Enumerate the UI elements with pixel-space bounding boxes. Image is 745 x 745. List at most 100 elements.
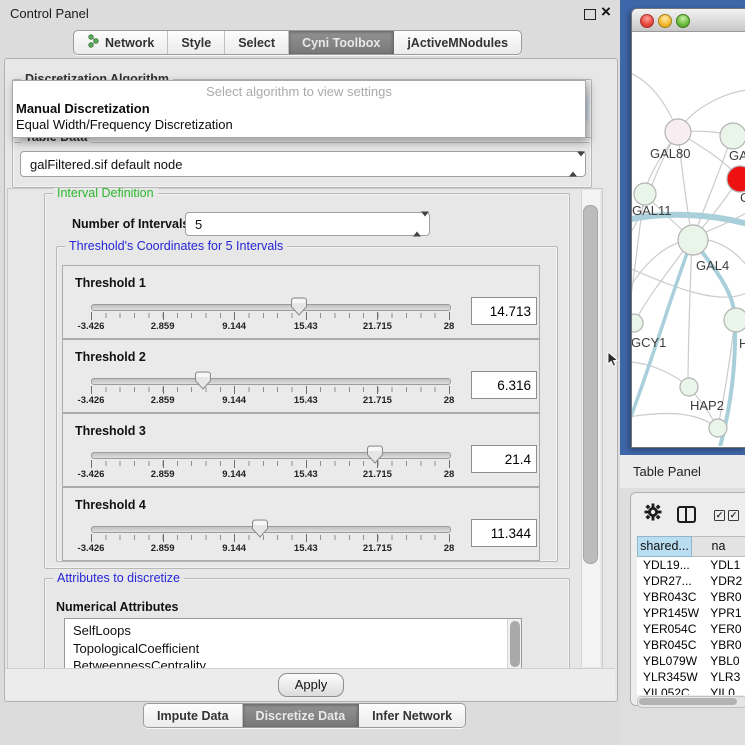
algorithm-option-manual[interactable]: Manual Discretization xyxy=(16,101,150,116)
threshold-1-label: Threshold 1 xyxy=(75,276,146,290)
tab-jactivemnodules[interactable]: jActiveMNodules xyxy=(394,31,521,54)
tick-label: 28 xyxy=(444,543,455,554)
tick-label: 2.859 xyxy=(151,469,175,480)
horizontal-scrollbar-thumb[interactable] xyxy=(639,698,737,705)
tick-label: -3.426 xyxy=(78,469,105,480)
cell: YPR145W xyxy=(637,605,704,621)
apply-strip: Apply xyxy=(5,668,615,700)
node-label-c: C xyxy=(740,190,745,205)
cell: YBR0 xyxy=(704,637,745,653)
threshold-3-value-field[interactable] xyxy=(471,445,537,473)
tick-label: 9.144 xyxy=(222,469,246,480)
cell: YDR27... xyxy=(637,573,704,589)
table-row[interactable]: YPR145WYPR1 xyxy=(637,605,745,621)
node-gal11[interactable] xyxy=(634,183,656,205)
cell: YBR0 xyxy=(704,589,745,605)
algorithm-option-equal-width[interactable]: Equal Width/Frequency Discretization xyxy=(16,117,233,132)
control-panel-tabs: Network Style Select Cyni Toolbox jActiv… xyxy=(73,30,522,55)
node-attribute-table: shared... na YDL19...YDL1 YDR27...YDR2 Y… xyxy=(637,536,745,557)
node-gal4[interactable] xyxy=(678,225,708,255)
column-header-name[interactable]: na xyxy=(692,536,745,557)
node-gcy1[interactable] xyxy=(632,314,643,332)
tick-label: 15.43 xyxy=(294,543,318,554)
tick-label: 15.43 xyxy=(294,469,318,480)
table-panel-content: ✓ ✓ shared... na YDL19...YDL1 YDR27...YD… xyxy=(620,488,745,745)
table-row[interactable]: YBR043CYBR0 xyxy=(637,589,745,605)
float-window-icon[interactable] xyxy=(584,9,596,20)
checked-checkbox-icon[interactable]: ✓ xyxy=(714,510,725,521)
table-panel-title: Table Panel xyxy=(633,464,701,479)
mouse-cursor xyxy=(607,351,619,373)
slider-minor-ticks xyxy=(91,387,450,392)
cell: YIL0 xyxy=(704,685,745,695)
cell: YLR345W xyxy=(637,669,704,685)
tick-label: -3.426 xyxy=(78,543,105,554)
tick-label: 21.715 xyxy=(363,395,392,406)
cell: YBL0 xyxy=(704,653,745,669)
checked-checkbox-icon[interactable]: ✓ xyxy=(728,510,739,521)
zoom-traffic-light-icon[interactable] xyxy=(676,14,690,28)
threshold-4-slider[interactable] xyxy=(91,526,451,533)
table-row[interactable]: YIL052CYIL0 xyxy=(637,685,745,695)
number-of-intervals-value: 5 xyxy=(195,217,202,232)
tab-impute-data[interactable]: Impute Data xyxy=(144,704,243,727)
tick-label: 15.43 xyxy=(294,321,318,332)
threshold-3-slider[interactable] xyxy=(91,452,451,459)
tick-label: -3.426 xyxy=(78,395,105,406)
numerical-attributes-label: Numerical Attributes xyxy=(56,600,178,614)
number-of-intervals-label: Number of Intervals xyxy=(72,217,189,231)
threshold-4-value-field[interactable] xyxy=(471,519,537,547)
list-item[interactable]: SelfLoops xyxy=(65,619,521,640)
vertical-scrollbar-thumb[interactable] xyxy=(583,205,598,564)
cell: YDL19... xyxy=(637,557,704,573)
network-view-window: GAL80 GA C GAL11 GAL4 GCY1 H HAP2 xyxy=(631,8,745,448)
threshold-2-value-field[interactable] xyxy=(471,371,537,399)
close-traffic-light-icon[interactable] xyxy=(640,14,654,28)
node-label-ga: GA xyxy=(729,148,745,163)
minimize-traffic-light-icon[interactable] xyxy=(658,14,672,28)
node-top-right[interactable] xyxy=(720,123,745,149)
node-hap2[interactable] xyxy=(680,378,698,396)
network-window-titlebar[interactable] xyxy=(632,9,745,32)
node-bottom-partial[interactable] xyxy=(709,419,727,437)
table-row[interactable]: YER054CYER0 xyxy=(637,621,745,637)
tick-label: 9.144 xyxy=(222,395,246,406)
close-icon[interactable]: × xyxy=(601,2,611,22)
slider-minor-ticks xyxy=(91,535,450,540)
cell: YDR2 xyxy=(704,573,745,589)
thresholds-group-title: Threshold's Coordinates for 5 Intervals xyxy=(65,239,287,253)
tab-discretize-data[interactable]: Discretize Data xyxy=(243,704,360,727)
threshold-1-slider[interactable] xyxy=(91,304,451,311)
gear-icon[interactable] xyxy=(644,503,662,526)
threshold-1-value-field[interactable] xyxy=(471,297,537,325)
tab-cyni-toolbox[interactable]: Cyni Toolbox xyxy=(289,31,394,54)
node-selected-red[interactable] xyxy=(727,166,745,192)
tab-style[interactable]: Style xyxy=(168,31,225,54)
table-row[interactable]: YLR345WYLR3 xyxy=(637,669,745,685)
list-item[interactable]: TopologicalCoefficient xyxy=(65,640,521,658)
node-h[interactable] xyxy=(724,308,745,332)
apply-button[interactable]: Apply xyxy=(278,673,344,697)
tab-infer-network[interactable]: Infer Network xyxy=(359,704,465,727)
horizontal-scrollbar-track[interactable] xyxy=(637,696,745,708)
table-body: YDL19...YDL1 YDR27...YDR2 YBR043CYBR0 YP… xyxy=(637,557,745,695)
node-gal80[interactable] xyxy=(665,119,691,145)
tab-discretize-data-label: Discretize Data xyxy=(256,709,346,723)
tab-select[interactable]: Select xyxy=(225,31,289,54)
tick-label: 2.859 xyxy=(151,543,175,554)
table-row[interactable]: YDR27...YDR2 xyxy=(637,573,745,589)
network-canvas[interactable]: GAL80 GA C GAL11 GAL4 GCY1 H HAP2 xyxy=(632,32,745,446)
tab-cyni-toolbox-label: Cyni Toolbox xyxy=(302,36,380,50)
network-tree-icon xyxy=(87,34,100,51)
split-panel-icon[interactable] xyxy=(677,506,696,523)
tab-network[interactable]: Network xyxy=(74,31,168,54)
threshold-2-slider[interactable] xyxy=(91,378,451,385)
number-of-intervals-combobox[interactable]: 5 xyxy=(185,212,430,236)
column-header-shared[interactable]: shared... xyxy=(637,536,692,557)
table-row[interactable]: YDL19...YDL1 xyxy=(637,557,745,573)
table-row[interactable]: YBL079WYBL0 xyxy=(637,653,745,669)
tick-label: 21.715 xyxy=(363,543,392,554)
cell: YDL1 xyxy=(704,557,745,573)
list-scrollbar-thumb[interactable] xyxy=(510,621,520,667)
table-row[interactable]: YBR045CYBR0 xyxy=(637,637,745,653)
